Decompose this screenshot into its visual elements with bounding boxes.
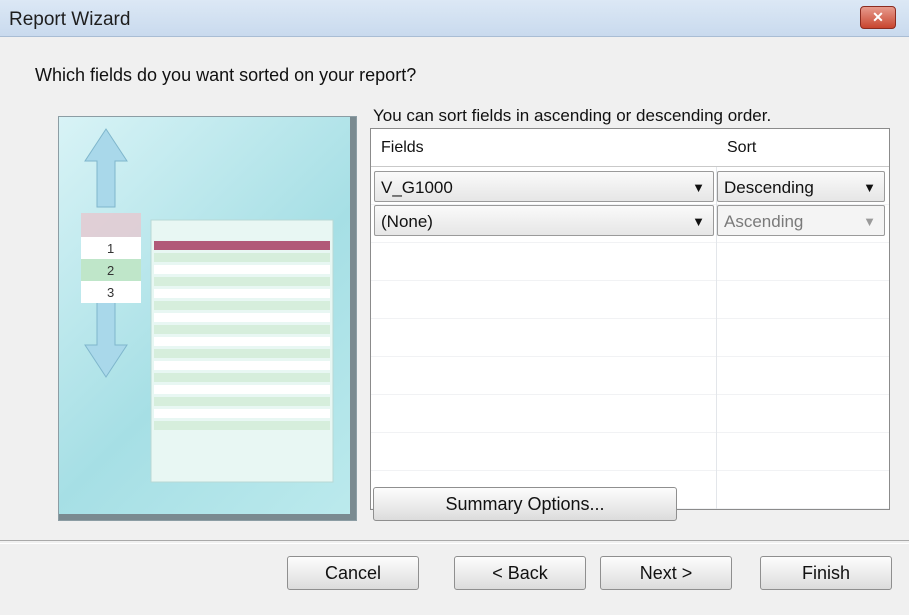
down-arrow-icon <box>84 296 128 378</box>
finish-button[interactable]: Finish <box>760 556 892 590</box>
preview-row <box>154 397 330 406</box>
preview-step-2: 2 <box>107 263 114 278</box>
summary-options-button[interactable]: Summary Options... <box>373 487 677 521</box>
preview-row <box>154 373 330 382</box>
field-select-1-value: V_G1000 <box>381 178 453 197</box>
chevron-down-icon: ▼ <box>863 180 876 195</box>
preview-row <box>154 253 330 262</box>
sort-order-select-1[interactable]: Descending ▼ <box>717 171 885 202</box>
sort-order-select-2[interactable]: Ascending ▼ <box>717 205 885 236</box>
grid-header: Fields Sort <box>371 129 889 167</box>
up-arrow-icon <box>84 128 128 208</box>
preview-step-3: 3 <box>107 285 114 300</box>
field-select-2-value: (None) <box>381 212 433 231</box>
sort-order-select-1-value: Descending <box>724 178 814 197</box>
sort-hint-text: You can sort fields in ascending or desc… <box>373 106 772 125</box>
preview-step-1: 1 <box>107 241 114 256</box>
close-icon: ✕ <box>872 9 884 25</box>
preview-row <box>154 313 330 322</box>
footer-separator <box>0 540 909 544</box>
preview-row <box>154 265 330 274</box>
preview-row <box>154 301 330 310</box>
sort-preview-illustration: 1 2 3 <box>58 116 357 521</box>
fields-column-header: Fields <box>381 139 424 156</box>
sort-column-header: Sort <box>727 139 757 156</box>
wizard-question: Which fields do you want sorted on your … <box>35 65 417 85</box>
close-button[interactable]: ✕ <box>860 6 896 29</box>
sort-order-select-2-value: Ascending <box>724 212 804 231</box>
wizard-body: Which fields do you want sorted on your … <box>0 37 909 615</box>
next-button[interactable]: Next > <box>600 556 732 590</box>
preview-row <box>154 409 330 418</box>
preview-row <box>154 421 330 430</box>
preview-row <box>154 289 330 298</box>
back-button[interactable]: < Back <box>454 556 586 590</box>
preview-row <box>154 361 330 370</box>
field-select-2[interactable]: (None) ▼ <box>374 205 714 236</box>
preview-graphic: 1 2 3 <box>81 128 334 483</box>
sort-fields-grid: Fields Sort V_G1000 ▼ Descending ▼ (None… <box>370 128 890 510</box>
chevron-down-icon: ▼ <box>863 214 876 229</box>
preview-row <box>154 337 330 346</box>
preview-row <box>154 325 330 334</box>
chevron-down-icon: ▼ <box>692 214 705 229</box>
preview-report-header <box>154 241 330 250</box>
preview-row <box>154 349 330 358</box>
preview-mini-report <box>150 219 334 483</box>
preview-step-highlight <box>81 213 141 237</box>
preview-row <box>154 385 330 394</box>
chevron-down-icon: ▼ <box>692 180 705 195</box>
cancel-button[interactable]: Cancel <box>287 556 419 590</box>
report-wizard-window: Report Wizard ✕ Which fields do you want… <box>0 0 909 615</box>
field-select-1[interactable]: V_G1000 ▼ <box>374 171 714 202</box>
title-bar: Report Wizard ✕ <box>0 0 909 37</box>
window-title: Report Wizard <box>9 9 131 30</box>
preview-row <box>154 277 330 286</box>
